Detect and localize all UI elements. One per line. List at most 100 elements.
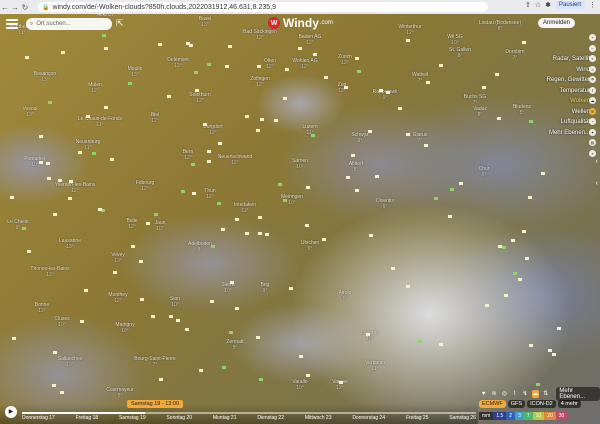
city-label[interactable]: St. Gallen 8° (449, 47, 471, 59)
layer-rail-icon[interactable]: − (589, 44, 596, 52)
city-label[interactable]: Moulin 13° (128, 66, 143, 78)
city-label[interactable]: Zürich 12° (338, 54, 352, 66)
city-label[interactable]: Airolo 5° (339, 290, 352, 302)
city-label[interactable]: Courmayeur 5° (106, 387, 134, 399)
timeline-day[interactable]: Sonntag 20 (166, 415, 192, 421)
heart-icon[interactable]: ♥ (480, 390, 487, 398)
city-label[interactable]: Glarus 7° (413, 132, 428, 144)
timeline-current-time[interactable]: Samstag 19 - 13:00 (127, 400, 184, 408)
layer-rail-icon[interactable]: ⌇ (589, 86, 596, 94)
height-icon[interactable]: ⇅ (542, 390, 549, 398)
reload-icon[interactable]: ↻ (20, 3, 30, 12)
city-label[interactable]: Dornbirn 7° (505, 49, 524, 61)
city-label[interactable]: Solothurn 12° (189, 92, 210, 104)
timeline-day[interactable]: Dienstag 22 (257, 415, 284, 421)
forward-icon[interactable]: → (10, 3, 20, 12)
layer-item[interactable]: Luftqualität (547, 117, 590, 128)
city-label[interactable]: Baden AG 12° (299, 34, 322, 46)
city-label[interactable]: Schwyz 9° (351, 132, 368, 144)
city-label[interactable]: Sarnen 10° (292, 158, 308, 170)
city-label[interactable]: Interlaken 11° (234, 202, 256, 214)
layer-rail-icon[interactable]: ✦ (589, 128, 596, 136)
city-label[interactable]: Neuenburg 11° (76, 139, 101, 151)
city-label[interactable]: Vevey 13° (111, 252, 125, 264)
legend-unit[interactable]: mm (479, 412, 494, 420)
more-levels-button[interactable]: Mehr Ebenen... (556, 387, 600, 401)
city-label[interactable]: Wohlen AG 12° (292, 58, 317, 70)
model-option[interactable]: GFS (507, 400, 526, 408)
city-label[interactable]: Neuenschwand 12° (218, 154, 252, 166)
layer-item[interactable]: Wellen (547, 107, 590, 118)
cloud-layer-icon[interactable]: ☁ (531, 390, 540, 398)
layer-rail-icon[interactable]: ⌕ (589, 149, 596, 157)
layer-rail-icon[interactable]: + (589, 34, 596, 41)
timeline-day[interactable]: Mittwoch 23 (305, 415, 332, 421)
city-label[interactable]: Bulle 12° (126, 218, 137, 230)
chevron-up-icon[interactable]: ‹ (596, 158, 598, 165)
layer-item[interactable]: Wind (547, 65, 590, 76)
city-label[interactable]: Adelboden 8° (188, 241, 212, 253)
layer-item[interactable]: Radar, Satellit (547, 54, 590, 65)
layer-item[interactable]: Mehr Ebenen... (547, 128, 590, 139)
city-label[interactable]: Bad Säckingen 12° (243, 29, 277, 41)
city-label[interactable]: Disentis 6° (376, 198, 394, 210)
timeline-day[interactable]: Samstag 26 (449, 415, 476, 421)
city-label[interactable]: Chur 6° (479, 166, 490, 178)
isolines-icon[interactable]: ◎ (501, 390, 508, 398)
layer-item[interactable]: Regen, Gewitter (547, 75, 590, 86)
city-label[interactable]: Lausanne 13° (59, 238, 81, 250)
city-label[interactable]: Sallanches 10° (58, 356, 82, 368)
timeline-day[interactable]: Montag 21 (213, 415, 237, 421)
city-label[interactable]: Thonon-les-Bains 13° (30, 266, 69, 278)
back-icon[interactable]: ← (0, 3, 10, 12)
city-label[interactable]: Cluses 10° (54, 316, 69, 328)
timeline-day[interactable]: Freitag 25 (406, 415, 429, 421)
hamburger-menu-icon[interactable] (6, 19, 18, 29)
timeline-day[interactable]: Donnerstag 24 (352, 415, 385, 421)
city-label[interactable]: Olten 12° (264, 58, 276, 70)
city-label[interactable]: Verbania 11° (365, 360, 385, 372)
city-label[interactable]: Luzern 11° (302, 124, 317, 136)
extensions-icon[interactable]: ✱ (545, 1, 551, 9)
city-label[interactable]: Le Chaux-de-Fonds 11° (78, 116, 122, 128)
model-option[interactable]: 4 mehr (557, 400, 581, 408)
share-icon[interactable]: ⇪ (525, 1, 531, 9)
search-input[interactable]: ⌕ Ort suchen... (26, 18, 112, 30)
city-label[interactable]: Winterthur 12° (398, 24, 421, 36)
profile-button[interactable]: Pausiert (554, 1, 585, 9)
city-label[interactable]: Yverdon-les-Bains 12° (55, 182, 96, 194)
city-label[interactable]: Bourg-Saint-Pierre 7° (134, 356, 175, 368)
layer-rail-icon[interactable]: ☁ (589, 97, 596, 104)
city-label[interactable]: Mulen 12° (88, 82, 102, 94)
layer-rail-icon[interactable]: ≋ (589, 107, 596, 115)
city-label[interactable]: Zermatt 5° (226, 339, 243, 351)
city-label[interactable]: Thun 12° (204, 188, 215, 200)
model-option[interactable]: ICON-D2 (527, 400, 556, 408)
city-label[interactable]: Biel 12° (151, 112, 159, 124)
city-label[interactable]: Lindau (Bodensee) 8° (479, 20, 521, 32)
layer-rail-icon[interactable]: ◔ (589, 118, 596, 125)
layer-rail-icon[interactable]: ▤ (589, 139, 596, 146)
city-label[interactable]: Martigny 10° (115, 322, 134, 334)
city-label[interactable]: Jaun 10° (155, 220, 166, 232)
address-bar[interactable]: 🔒 windy.com/de/-Wolken-clouds?850h,cloud… (38, 2, 488, 12)
city-label[interactable]: Fribourg 12° (136, 180, 155, 192)
city-label[interactable]: Brig 9° (261, 282, 270, 294)
pressure-icon[interactable]: ⌇ (511, 390, 518, 398)
play-icon[interactable]: ▶ (5, 406, 17, 418)
layer-item[interactable]: Wolken (547, 96, 590, 107)
city-label[interactable]: Bludenz 5° (513, 104, 531, 116)
model-option[interactable]: ECMWF (479, 400, 506, 408)
star-icon[interactable]: ☆ (535, 1, 541, 9)
city-label[interactable]: Besançon 13° (34, 71, 56, 83)
city-label[interactable]: Vesoul 13° (22, 106, 37, 118)
city-label[interactable]: Sion 10° (170, 296, 180, 308)
city-label[interactable]: Buchs SG 7° (464, 94, 487, 106)
city-label[interactable]: Rapperswil 9° (373, 89, 398, 101)
menu-icon[interactable]: ⋮ (589, 1, 596, 9)
login-button[interactable]: Anmelden (538, 18, 576, 28)
layer-rail-icon[interactable]: ◐ (589, 55, 596, 62)
timeline-day[interactable]: Donnerstag 17 (22, 415, 55, 421)
city-label[interactable]: Vaduz 8° (473, 106, 487, 118)
city-label[interactable]: Locarno 10° (361, 330, 379, 342)
